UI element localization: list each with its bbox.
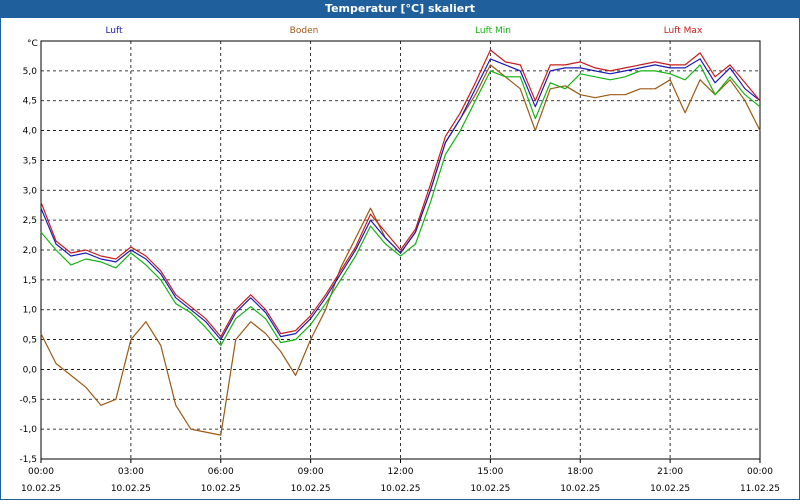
y-tick-label: 5,0 [23,67,38,77]
y-axis-unit: °C [27,39,38,49]
x-tick-time-label: 09:00 [298,467,324,477]
y-tick-label: -1,0 [19,425,37,435]
y-tick-label: 3,5 [23,156,37,166]
temperature-chart: -1,5 -1,0 -0,5 0,0 0,5 1,0 1,5 2,0 2,5 3,0 3,5 4,0 4… [19,26,780,494]
y-tick-label: -0,5 [19,395,37,405]
x-tick-date-label: 10.02.25 [650,484,690,494]
x-tick-date-label: 11.02.25 [740,484,780,494]
y-tick-label: 1,5 [23,276,37,286]
x-tick-date-label: 10.02.25 [560,484,600,494]
legend-entry: Luft [105,26,123,36]
x-tick-time-label: 21:00 [657,467,683,477]
chart-title: Temperatur [°C] skaliert [0,0,800,18]
y-tick-label: 3,0 [23,186,38,196]
legend-entry: Luft Max [664,26,703,36]
legend-entry: Boden [290,26,319,36]
legend-entry: Luft Min [475,26,511,36]
x-tick-date-label: 10.02.25 [201,484,241,494]
x-tick-time-label: 18:00 [567,467,593,477]
x-tick-time-label: 15:00 [477,467,503,477]
x-tick-date-label: 10.02.25 [111,484,151,494]
x-tick-date-label: 10.02.25 [21,484,61,494]
chart-area: -1,5 -1,0 -0,5 0,0 0,5 1,0 1,5 2,0 2,5 3,0 3,5 4,0 4… [0,18,800,500]
y-tick-label: 2,5 [23,216,37,226]
y-tick-label: -1,5 [19,455,37,465]
y-tick-label: 1,0 [23,306,38,316]
x-tick-time-label: 00:00 [747,467,773,477]
x-tick-time-label: 12:00 [388,467,414,477]
y-tick-label: 0,0 [23,365,38,375]
y-tick-label: 2,0 [23,246,38,256]
x-tick-date-label: 10.02.25 [291,484,331,494]
y-tick-label: 0,5 [23,336,37,346]
x-tick-time-label: 03:00 [118,467,144,477]
y-tick-label: 4,0 [23,127,38,137]
y-tick-label: 4,5 [23,97,37,107]
x-tick-time-label: 06:00 [208,467,234,477]
x-tick-time-label: 00:00 [28,467,54,477]
x-tick-date-label: 10.02.25 [380,484,420,494]
x-tick-date-label: 10.02.25 [470,484,510,494]
